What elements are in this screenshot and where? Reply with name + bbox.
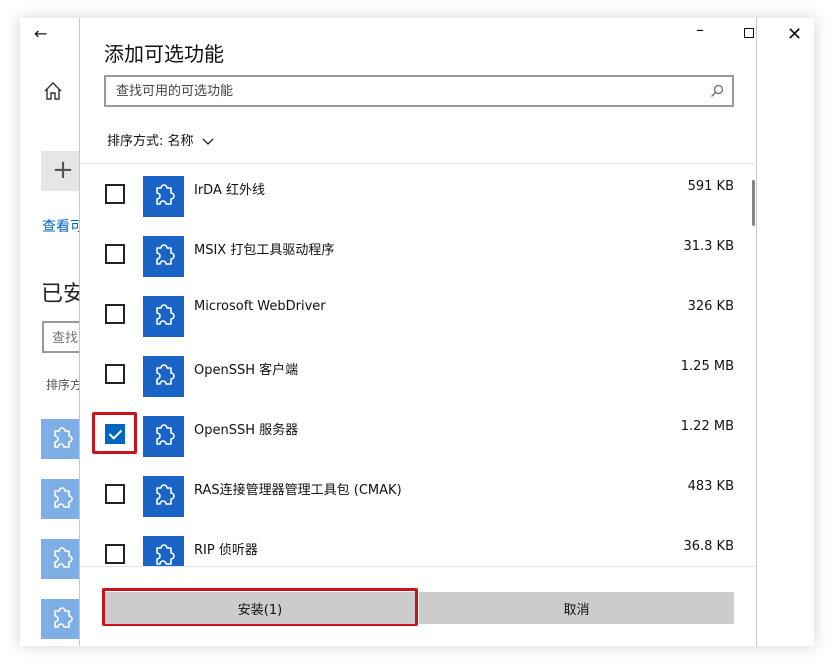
feature-checkbox[interactable] [105,244,125,264]
feature-name: OpenSSH 客户端 [194,363,299,378]
feature-name: MSIX 打包工具驱动程序 [194,243,335,258]
feature-checkbox[interactable] [105,184,125,204]
feature-row[interactable]: OpenSSH 客户端 1.25 MB [80,344,740,404]
feature-size: 591 KB [687,179,734,194]
list-scrollbar[interactable] [752,180,755,226]
puzzle-icon [41,419,80,459]
cancel-button[interactable]: 取消 [419,592,734,624]
chevron-down-icon [202,138,214,145]
back-arrow-icon[interactable]: ← [34,24,47,43]
feature-checkbox[interactable] [105,544,125,564]
feature-name: RIP 侦听器 [194,543,258,558]
puzzle-icon [143,296,184,337]
puzzle-icon [143,416,184,457]
feature-checkbox[interactable] [105,304,125,324]
puzzle-icon [143,236,184,277]
feature-row[interactable]: Microsoft WebDriver 326 KB [80,284,740,344]
feature-checkbox-checked[interactable] [105,424,125,444]
feature-search-box [104,75,734,107]
add-feature-plus-icon[interactable]: + [41,151,80,191]
feature-size: 326 KB [687,299,734,314]
feature-name: Microsoft WebDriver [194,299,326,314]
add-optional-feature-dialog: – 添加可选功能 排序方式: 名称 IrDA 红外线 591 KB MSIX 打… [79,18,757,646]
puzzle-icon [143,176,184,217]
close-icon[interactable]: ✕ [787,24,802,45]
installed-search-input[interactable]: 查找 [42,321,80,353]
feature-row[interactable]: OpenSSH 服务器 1.22 MB [80,404,740,464]
install-button[interactable]: 安装(1) [105,592,415,624]
feature-checkbox[interactable] [105,364,125,384]
feature-size: 483 KB [687,479,734,494]
feature-row[interactable]: MSIX 打包工具驱动程序 31.3 KB [80,224,740,284]
sort-label: 排序方式: [107,134,164,149]
settings-window-right-edge [757,18,814,646]
feature-name: IrDA 红外线 [194,183,265,198]
puzzle-icon [41,599,80,639]
sort-value: 名称 [167,134,194,149]
puzzle-icon [41,479,80,519]
settings-window-background: ← + 查看可 已安 查找 排序方 [20,18,80,646]
dialog-title: 添加可选功能 [104,42,224,66]
feature-size: 1.25 MB [680,359,734,374]
feature-name: RAS连接管理器管理工具包 (CMAK) [194,483,402,498]
feature-search-input[interactable] [106,77,696,105]
divider [80,566,757,567]
installed-features-heading: 已安 [41,282,80,307]
puzzle-icon [143,476,184,517]
feature-list: IrDA 红外线 591 KB MSIX 打包工具驱动程序 31.3 KB Mi… [80,164,757,566]
feature-size: 36.8 KB [683,539,734,554]
feature-row[interactable]: IrDA 红外线 591 KB [80,164,740,224]
feature-size: 31.3 KB [683,239,734,254]
puzzle-icon [143,356,184,397]
feature-name: OpenSSH 服务器 [194,423,299,438]
feature-size: 1.22 MB [680,419,734,434]
home-icon[interactable] [42,80,64,102]
feature-row[interactable]: RIP 侦听器 36.8 KB [80,524,740,566]
feature-row[interactable]: RAS连接管理器管理工具包 (CMAK) 483 KB [80,464,740,524]
puzzle-icon [41,539,80,579]
view-history-link[interactable]: 查看可 [42,216,80,236]
feature-checkbox[interactable] [105,484,125,504]
minimize-icon[interactable]: – [696,20,704,39]
installed-sort-label[interactable]: 排序方 [46,376,80,393]
puzzle-icon [143,536,184,566]
search-icon[interactable] [710,84,724,98]
sort-dropdown[interactable]: 排序方式: 名称 [107,130,214,149]
maximize-icon[interactable] [744,28,754,38]
